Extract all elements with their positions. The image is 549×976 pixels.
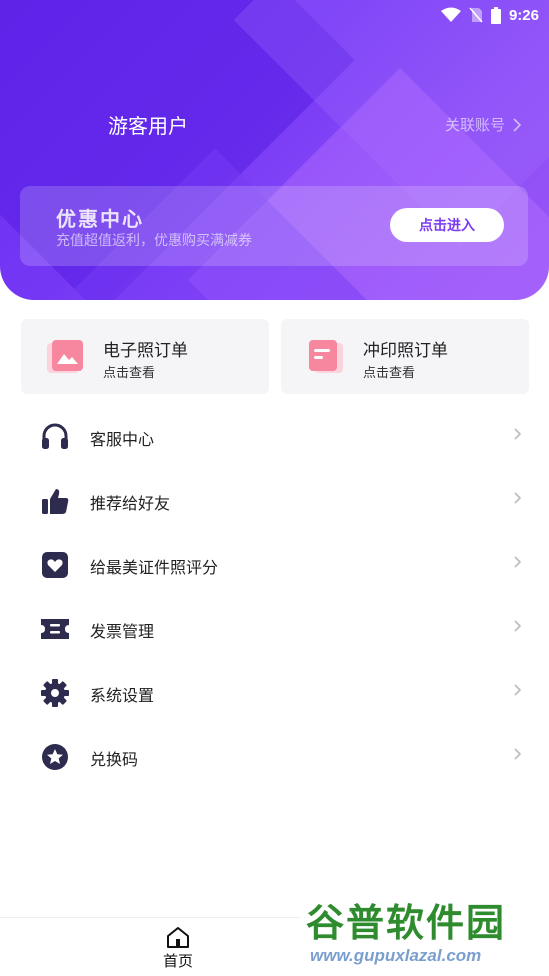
- gear-icon: [41, 679, 69, 707]
- thumbs-up-icon: [42, 489, 69, 514]
- order-subtitle: 点击查看: [103, 366, 156, 381]
- menu-item-rate-app[interactable]: 给最美证件照评分: [0, 532, 549, 596]
- promo-subtitle: 充值超值返利，优惠购买满减券: [56, 233, 252, 249]
- profile-header: 9:26 游客用户 关联账号 优惠中心 充值超值返利，优惠购买满减券 点击进入: [0, 0, 549, 300]
- menu-item-customer-service[interactable]: 客服中心: [0, 404, 549, 468]
- heart-icon: [42, 552, 68, 578]
- order-title: 电子照订单: [103, 341, 188, 361]
- link-account-button[interactable]: 关联账号: [445, 114, 521, 135]
- chevron-right-icon: [514, 620, 522, 632]
- print-photo-orders-card[interactable]: 冲印照订单 点击查看: [281, 319, 529, 394]
- promo-title: 优惠中心: [56, 207, 144, 231]
- menu-item-invoice[interactable]: 发票管理: [0, 596, 549, 660]
- photo-icon: [47, 340, 83, 373]
- battery-icon: [490, 6, 501, 24]
- nav-tab-home-label: 首页: [162, 952, 193, 970]
- ticket-icon: [41, 619, 69, 639]
- menu-item-recommend[interactable]: 推荐给好友: [0, 468, 549, 532]
- watermark: 谷普软件园 www.gupuxlazal.com: [300, 888, 549, 976]
- menu-item-label: 给最美证件照评分: [90, 558, 219, 577]
- chevron-right-icon: [514, 748, 522, 760]
- chevron-right-icon: [513, 117, 521, 132]
- username: 游客用户: [108, 114, 188, 138]
- menu-item-label: 发票管理: [90, 622, 155, 641]
- star-icon: [42, 744, 68, 770]
- order-title: 冲印照订单: [363, 341, 448, 361]
- document-icon: [309, 340, 343, 373]
- wifi-icon: [440, 7, 461, 22]
- home-icon: [167, 927, 189, 948]
- headphones-icon: [42, 423, 68, 449]
- chevron-right-icon: [514, 556, 522, 568]
- watermark-url: www.gupuxlazal.com: [310, 946, 482, 965]
- chevron-right-icon: [514, 492, 522, 504]
- link-account-label: 关联账号: [444, 116, 505, 134]
- menu-item-label: 客服中心: [90, 430, 155, 449]
- chevron-right-icon: [514, 684, 522, 696]
- order-subtitle: 点击查看: [363, 366, 416, 381]
- settings-menu: 客服中心 推荐给好友 给最美证件照评分 发票管理 系统设置 兑换码: [0, 404, 549, 788]
- no-sim-icon: [469, 7, 483, 23]
- e-photo-orders-card[interactable]: 电子照订单 点击查看: [21, 319, 269, 394]
- menu-item-redeem-code[interactable]: 兑换码: [0, 724, 549, 788]
- menu-item-label: 推荐给好友: [90, 494, 171, 513]
- watermark-title: 谷普软件园: [306, 903, 507, 945]
- promo-banner[interactable]: 优惠中心 充值超值返利，优惠购买满减券 点击进入: [20, 186, 528, 266]
- menu-item-label: 兑换码: [90, 750, 139, 769]
- menu-item-label: 系统设置: [90, 686, 155, 705]
- nav-tab-home[interactable]: 首页: [150, 926, 206, 974]
- status-bar: 9:26: [440, 4, 539, 26]
- promo-enter-button[interactable]: 点击进入: [390, 208, 504, 242]
- chevron-right-icon: [514, 428, 522, 440]
- menu-item-settings[interactable]: 系统设置: [0, 660, 549, 724]
- status-time: 9:26: [508, 6, 539, 24]
